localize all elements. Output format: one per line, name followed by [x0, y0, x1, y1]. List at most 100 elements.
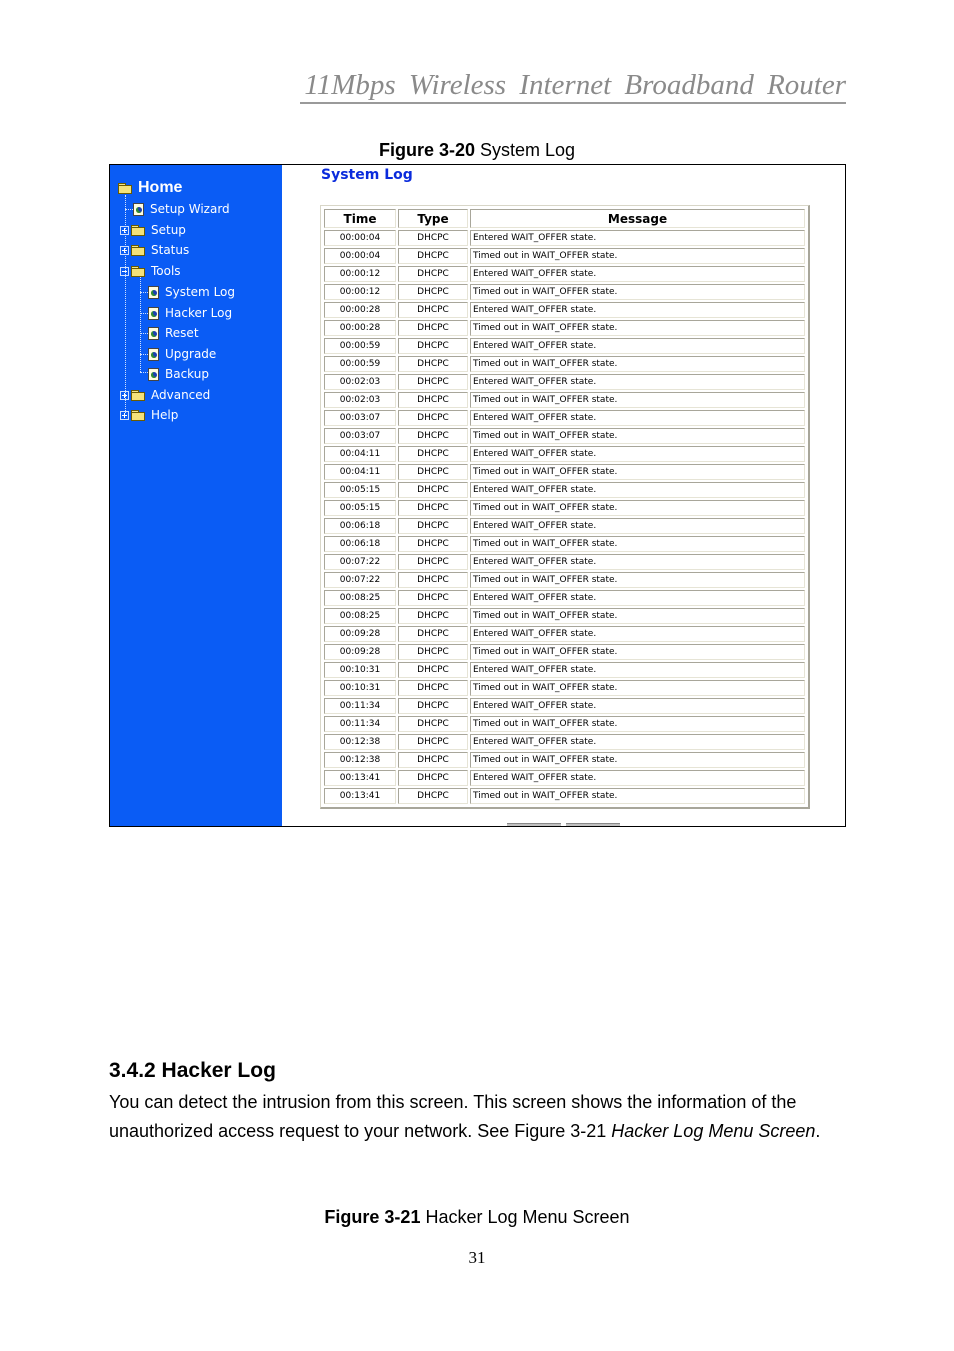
time-cell: 00:04:11 [324, 464, 396, 480]
expand-plus-icon[interactable] [120, 410, 129, 420]
type-cell: DHCPC [398, 284, 468, 300]
figure-caption: Figure 3-21 Hacker Log Menu Screen [0, 1206, 954, 1228]
button-partially-visible[interactable] [507, 823, 561, 826]
folder-icon [131, 389, 145, 401]
tree-line [140, 333, 148, 334]
collapse-minus-icon[interactable] [120, 266, 129, 276]
table-row: 00:05:15 DHCPC Timed out in WAIT_OFFER sta… [324, 500, 805, 516]
tree-line [125, 209, 133, 210]
page-number: 31 [468, 1248, 486, 1267]
expand-plus-icon[interactable] [120, 225, 129, 235]
open-folder-icon [118, 182, 132, 194]
time-cell: 00:06:18 [324, 536, 396, 552]
page-icon [148, 326, 159, 340]
time-cell: 00:00:59 [324, 338, 396, 354]
type-cell: DHCPC [398, 734, 468, 750]
type-cell: DHCPC [398, 770, 468, 786]
table-row: 00:00:59 DHCPC Entered WAIT_OFFER state. [324, 338, 805, 354]
system-log-table-frame: Time Type Message 00:00:04 DHCPC Entered W… [320, 205, 810, 809]
time-cell: 00:05:15 [324, 500, 396, 516]
sidebar-item-setup-wizard[interactable]: Setup Wizard [133, 202, 230, 216]
table-row: 00:00:59 DHCPC Timed out in WAIT_OFFER sta… [324, 356, 805, 372]
sidebar-item-setup[interactable]: Setup [120, 223, 186, 237]
table-body: 00:00:04 DHCPC Entered WAIT_OFFER state. 00… [324, 230, 805, 804]
table-row: 00:04:11 DHCPC Timed out in WAIT_OFFER sta… [324, 464, 805, 480]
sidebar-item-home[interactable]: Home [118, 179, 182, 197]
expand-plus-icon[interactable] [120, 245, 129, 255]
message-cell: Entered WAIT_OFFER state. [470, 374, 805, 390]
table-row: 00:02:03 DHCPC Entered WAIT_OFFER state. [324, 374, 805, 390]
button-partially-visible[interactable] [566, 823, 620, 826]
sidebar-item-label: Setup Wizard [150, 202, 230, 216]
table-row: 00:03:07 DHCPC Entered WAIT_OFFER state. [324, 410, 805, 426]
type-cell: DHCPC [398, 428, 468, 444]
message-cell: Timed out in WAIT_OFFER state. [470, 608, 805, 624]
type-cell: DHCPC [398, 302, 468, 318]
column-header-time: Time [324, 209, 396, 228]
time-cell: 00:02:03 [324, 392, 396, 408]
type-cell: DHCPC [398, 644, 468, 660]
sidebar-item-hacker-log[interactable]: Hacker Log [148, 306, 232, 320]
message-cell: Timed out in WAIT_OFFER state. [470, 284, 805, 300]
time-cell: 00:10:31 [324, 662, 396, 678]
time-cell: 00:12:38 [324, 734, 396, 750]
folder-icon [131, 244, 145, 256]
type-cell: DHCPC [398, 698, 468, 714]
expand-plus-icon[interactable] [120, 390, 129, 400]
time-cell: 00:11:34 [324, 716, 396, 732]
message-cell: Entered WAIT_OFFER state. [470, 518, 805, 534]
sidebar-item-system-log[interactable]: System Log [148, 285, 235, 299]
type-cell: DHCPC [398, 518, 468, 534]
message-cell: Timed out in WAIT_OFFER state. [470, 716, 805, 732]
message-cell: Timed out in WAIT_OFFER state. [470, 680, 805, 696]
page-icon [133, 202, 144, 216]
type-cell: DHCPC [398, 572, 468, 588]
sidebar-item-reset[interactable]: Reset [148, 326, 199, 340]
sidebar-item-advanced[interactable]: Advanced [120, 388, 210, 402]
section-heading: 3.4.2 Hacker Log [109, 1059, 276, 1082]
sidebar-tree: Home Setup Wizard Setup Status Tools Sys… [110, 165, 282, 826]
type-cell: DHCPC [398, 320, 468, 336]
sidebar-item-tools[interactable]: Tools [120, 264, 181, 278]
table-row: 00:08:25 DHCPC Timed out in WAIT_OFFER sta… [324, 608, 805, 624]
time-cell: 00:07:22 [324, 572, 396, 588]
table-row: 00:12:38 DHCPC Timed out in WAIT_OFFER sta… [324, 752, 805, 768]
message-cell: Timed out in WAIT_OFFER state. [470, 320, 805, 336]
open-folder-icon [131, 265, 145, 277]
time-cell: 00:03:07 [324, 410, 396, 426]
sidebar-item-help[interactable]: Help [120, 408, 178, 422]
tree-line [140, 372, 148, 373]
page-icon [148, 285, 159, 299]
type-cell: DHCPC [398, 248, 468, 264]
table-row: 00:00:04 DHCPC Timed out in WAIT_OFFER sta… [324, 248, 805, 264]
table-row: 00:07:22 DHCPC Timed out in WAIT_OFFER sta… [324, 572, 805, 588]
tree-line [140, 292, 148, 293]
table-row: 00:11:34 DHCPC Entered WAIT_OFFER state. [324, 698, 805, 714]
time-cell: 00:03:07 [324, 428, 396, 444]
figure-label: Figure 3-20 [378, 140, 475, 160]
table-row: 00:09:28 DHCPC Entered WAIT_OFFER state. [324, 626, 805, 642]
time-cell: 00:05:15 [324, 482, 396, 498]
table-row: 00:03:07 DHCPC Timed out in WAIT_OFFER sta… [324, 428, 805, 444]
time-cell: 00:02:03 [324, 374, 396, 390]
time-cell: 00:13:41 [324, 770, 396, 786]
message-cell: Entered WAIT_OFFER state. [470, 230, 805, 246]
type-cell: DHCPC [398, 446, 468, 462]
type-cell: DHCPC [398, 500, 468, 516]
sidebar-item-status[interactable]: Status [120, 243, 189, 257]
message-cell: Timed out in WAIT_OFFER state. [470, 752, 805, 768]
message-cell: Entered WAIT_OFFER state. [470, 266, 805, 282]
type-cell: DHCPC [398, 374, 468, 390]
sidebar-item-backup[interactable]: Backup [148, 367, 209, 381]
sidebar-item-upgrade[interactable]: Upgrade [148, 347, 216, 361]
type-cell: DHCPC [398, 356, 468, 372]
message-cell: Entered WAIT_OFFER state. [470, 698, 805, 714]
message-cell: Timed out in WAIT_OFFER state. [470, 788, 805, 804]
sidebar-item-label: Upgrade [165, 347, 217, 361]
type-cell: DHCPC [398, 590, 468, 606]
time-cell: 00:00:28 [324, 302, 396, 318]
type-cell: DHCPC [398, 392, 468, 408]
time-cell: 00:00:12 [324, 266, 396, 282]
message-cell: Timed out in WAIT_OFFER state. [470, 500, 805, 516]
table-row: 00:08:25 DHCPC Entered WAIT_OFFER state. [324, 590, 805, 606]
